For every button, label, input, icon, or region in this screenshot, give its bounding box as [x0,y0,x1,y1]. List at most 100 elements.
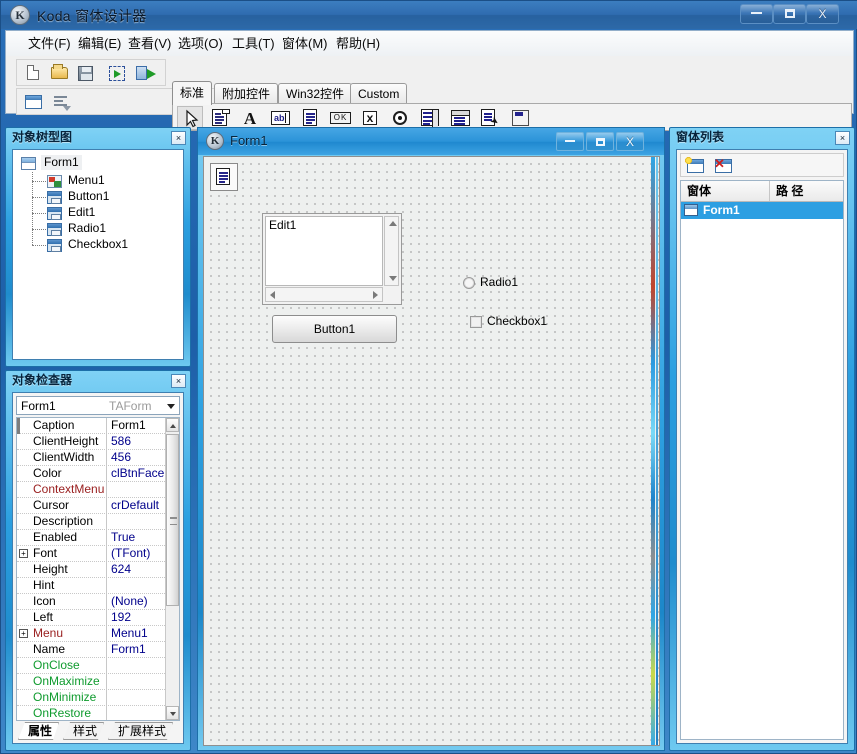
menu-help[interactable]: 帮助(H) [332,35,384,53]
design-control-edit1[interactable]: Edit1 [262,213,402,305]
edit-text-area[interactable]: Edit1 [265,216,383,286]
menu-tools[interactable]: 工具(T) [228,35,279,53]
event-handler-value[interactable] [106,706,165,721]
object-tree-panel: 对象树型图 × Form1 Menu1 Button1 Edit1 [5,127,191,367]
property-row[interactable]: Cursor crDefault [17,498,179,514]
design-canvas[interactable]: Edit1 Button1 Radio1 [203,156,660,746]
tab-custom[interactable]: Custom [350,83,407,104]
generate-code-button[interactable] [105,62,131,84]
tab-extended-styles[interactable]: 扩展样式 [108,722,173,740]
column-header-path[interactable]: 路 径 [769,181,844,201]
menu-edit[interactable]: 编辑(E) [74,35,125,53]
save-file-button[interactable] [73,62,99,84]
run-form-button[interactable] [133,62,159,84]
event-row[interactable]: OnMaximize [17,674,179,690]
tab-standard[interactable]: 标准 [172,81,212,105]
property-name: Enabled [17,530,105,546]
property-row[interactable]: + Menu Menu1 [17,626,179,642]
property-value[interactable]: clBtnFace [106,466,165,482]
menu-form[interactable]: 窗体(M) [278,35,332,53]
property-row[interactable]: Left 192 [17,610,179,626]
property-value[interactable]: 192 [106,610,165,626]
form-list-row[interactable]: Form1 [681,202,843,219]
memo-multiline-icon [303,109,317,126]
property-row[interactable]: Height 624 [17,562,179,578]
minimize-button[interactable] [740,4,773,24]
property-value[interactable]: (TFont) [106,546,165,562]
object-tree-close-icon[interactable]: × [171,131,186,145]
property-grid-scrollbar[interactable] [165,418,179,720]
property-value[interactable]: 586 [106,434,165,450]
property-value[interactable] [106,482,165,498]
event-handler-value[interactable] [106,690,165,706]
property-row[interactable]: Description [17,514,179,530]
event-row[interactable]: OnMinimize [17,690,179,706]
align-controls-button[interactable] [49,91,75,113]
scrollbar-thumb[interactable] [166,434,179,606]
edit-vertical-scrollbar[interactable] [384,216,399,286]
property-value[interactable]: 456 [106,450,165,466]
property-value[interactable] [106,578,165,594]
object-inspector-close-icon[interactable]: × [171,374,186,388]
menu-file[interactable]: 文件(F) [24,35,75,53]
property-value[interactable]: crDefault [106,498,165,514]
property-row[interactable]: Enabled True [17,530,179,546]
property-value[interactable]: Form1 [106,418,165,434]
scroll-left-arrow-icon[interactable] [270,291,275,299]
column-header-form[interactable]: 窗体 [681,181,769,201]
property-value[interactable] [106,514,165,530]
delete-form-button[interactable] [711,156,737,176]
property-row[interactable]: + Font (TFont) [17,546,179,562]
designer-close-button[interactable]: X [616,132,644,151]
property-row[interactable]: ClientWidth 456 [17,450,179,466]
save-disk-icon [78,66,93,81]
designer-titlebar: K Form1 X [198,128,664,155]
event-row[interactable]: OnClose [17,658,179,674]
scroll-right-arrow-icon[interactable] [373,291,378,299]
form-list-grid[interactable]: 窗体 路 径 Form1 [680,180,844,740]
property-value[interactable]: 624 [106,562,165,578]
new-form-button[interactable] [683,156,709,176]
designer-title: Form1 [230,133,268,148]
property-value[interactable]: Form1 [106,642,165,658]
event-handler-value[interactable] [106,658,165,674]
new-file-button[interactable] [21,62,47,84]
property-row[interactable]: Icon (None) [17,594,179,610]
scroll-up-arrow-icon[interactable] [166,418,179,432]
checkbox-indicator-icon[interactable] [470,316,482,328]
property-row[interactable]: Color clBtnFace [17,466,179,482]
menu-options[interactable]: 选项(O) [174,35,227,53]
tab-extra[interactable]: 附加控件 [214,83,278,104]
edit-horizontal-scrollbar[interactable] [265,287,383,302]
open-file-button[interactable] [47,62,73,84]
property-grid[interactable]: Caption Form1 ClientHeight 586 ClientWid… [16,417,180,721]
designer-maximize-button[interactable] [586,132,614,151]
form-list-close-icon[interactable]: × [835,131,850,145]
property-value[interactable]: (None) [106,594,165,610]
menu-view[interactable]: 查看(V) [124,35,175,53]
property-value[interactable]: True [106,530,165,546]
new-form-toolbar-button[interactable] [21,91,47,113]
event-handler-value[interactable] [106,674,165,690]
property-row[interactable]: ClientHeight 586 [17,434,179,450]
property-row[interactable]: Caption Form1 [17,418,179,434]
property-value[interactable]: Menu1 [106,626,165,642]
design-control-menu1[interactable] [210,163,238,191]
scroll-down-arrow-icon[interactable] [166,706,179,720]
maximize-button[interactable] [773,4,806,24]
scroll-up-arrow-icon[interactable] [389,221,397,226]
property-row[interactable]: Hint [17,578,179,594]
scroll-down-arrow-icon[interactable] [389,276,397,281]
tab-properties[interactable]: 属性 [18,722,59,740]
property-row[interactable]: ContextMenu [17,482,179,498]
design-control-button1[interactable]: Button1 [272,315,397,343]
event-row[interactable]: OnRestore [17,706,179,721]
tab-win32[interactable]: Win32控件 [278,83,352,104]
property-row[interactable]: Name Form1 [17,642,179,658]
close-button[interactable]: X [806,4,839,24]
tab-styles[interactable]: 样式 [63,722,104,740]
designer-minimize-button[interactable] [556,132,584,151]
object-tree-body[interactable]: Form1 Menu1 Button1 Edit1 Radio1 [12,149,184,360]
radio-indicator-icon[interactable] [463,277,475,289]
object-selector-combobox[interactable]: Form1 TAForm [16,396,180,415]
